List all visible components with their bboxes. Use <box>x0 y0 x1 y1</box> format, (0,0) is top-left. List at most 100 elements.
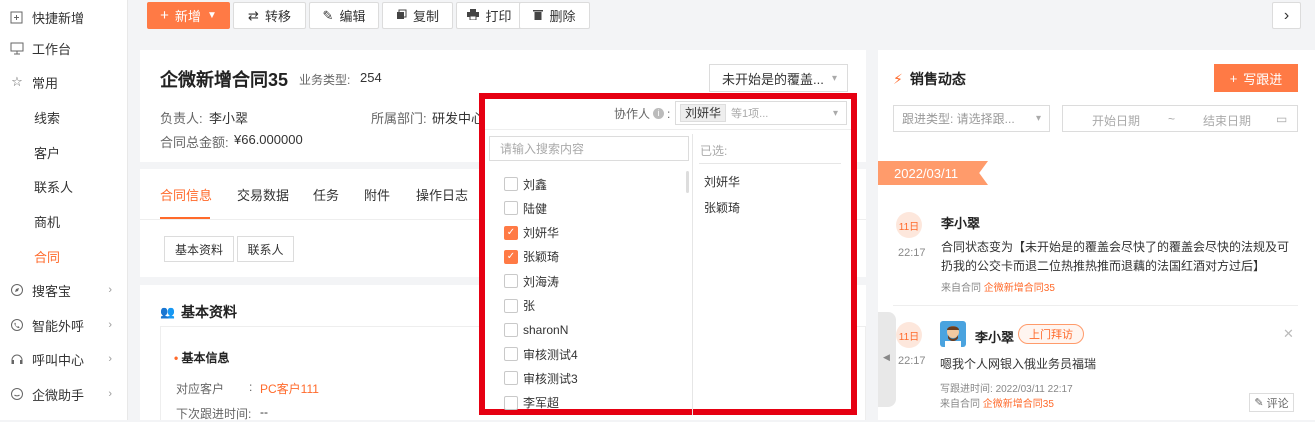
scrollbar-thumb[interactable] <box>686 171 689 193</box>
sidebar-item-customers[interactable]: 客户 <box>0 135 128 169</box>
follow-time: 写跟进时间: 2022/03/11 22:17 <box>940 384 1073 395</box>
sidebar-item-smart-call[interactable]: 智能外呼 › <box>0 308 128 342</box>
sidebar-item-label: 工作台 <box>32 41 72 57</box>
transfer-button-label: 转移 <box>264 9 291 24</box>
followup-type-select[interactable]: 跟进类型: 请选择跟... ▾ <box>893 105 1050 132</box>
basic-info-title: 基本资料 <box>180 304 237 320</box>
collaborator-option[interactable]: 张 <box>504 295 535 317</box>
edit-button[interactable]: ✎ 编辑 <box>309 2 379 29</box>
sidebar-item-leads[interactable]: 线索 <box>0 100 128 134</box>
collaborator-option-label: 陆健 <box>523 201 548 216</box>
followup-type-placeholder: 跟进类型: 请选择跟... <box>902 112 1015 126</box>
sidebar-item-contracts[interactable]: 合同 <box>0 239 128 273</box>
entry-author: 李小翠 <box>975 330 1015 345</box>
close-icon[interactable]: ✕ <box>1283 326 1294 342</box>
search-input[interactable]: 请输入搜索内容 <box>489 136 689 161</box>
star-icon: ☆ <box>11 74 23 89</box>
collaborator-select[interactable]: 刘妍华 等1项... ▾ <box>675 101 847 125</box>
edit-icon: ✎ <box>1254 397 1264 409</box>
sidebar-item-label: 商机 <box>34 214 61 230</box>
day-badge: 11日 <box>896 212 922 238</box>
collaborator-option-label: 刘妍华 <box>523 226 560 241</box>
transfer-button[interactable]: ⇄ 转移 <box>233 2 306 29</box>
sidebar-item-quick-add[interactable]: 快捷新增 <box>0 0 128 34</box>
collaborator-option[interactable]: 刘海涛 <box>504 270 559 292</box>
collaborator-option-label: 刘海涛 <box>523 274 560 289</box>
collaborator-option-label: 张 <box>523 299 536 313</box>
collaborator-option[interactable]: 陆健 <box>504 197 547 219</box>
collaborator-option[interactable]: 李军超 <box>504 392 559 414</box>
collaborator-option-label: sharonN <box>523 322 569 337</box>
collapse-handle[interactable]: ◀ <box>878 312 896 407</box>
next-record-button[interactable]: › <box>1272 2 1301 29</box>
entry-source-link[interactable]: 企微新增合同35 <box>983 399 1054 410</box>
checkbox-checked-icon[interactable]: ✓ <box>504 249 518 264</box>
next-follow-label: 下次跟进时间: <box>176 407 252 421</box>
pencil-icon: ✎ <box>322 7 334 23</box>
status-select-value: 未开始是的覆盖... <box>722 71 824 87</box>
collaborator-option[interactable]: ✓ 张颖琦 <box>504 246 559 268</box>
checkbox-icon[interactable] <box>504 371 518 386</box>
status-select[interactable]: 未开始是的覆盖... ▾ <box>709 64 848 92</box>
sidebar-item-opportunities[interactable]: 商机 <box>0 204 128 238</box>
sidebar-item-call-center[interactable]: 呼叫中心 › <box>0 342 128 376</box>
tab-operation-log[interactable]: 操作日志 <box>416 185 468 204</box>
selected-tag: 刘妍华 <box>680 104 727 122</box>
subtab-contacts[interactable]: 联系人 <box>237 236 294 262</box>
visit-type-badge: 上门拜访 <box>1018 324 1084 344</box>
sidebar-item-workbench[interactable]: 工作台 <box>0 31 128 65</box>
customer-label: 对应客户 <box>176 382 225 396</box>
sidebar-item-soukebao[interactable]: 搜客宝 › <box>0 273 128 307</box>
checkbox-icon[interactable] <box>504 201 518 216</box>
collaborator-option[interactable]: sharonN <box>504 319 568 341</box>
collaborator-dropdown: 协作人 i : 刘妍华 等1项... ▾ 请输入搜索内容 已选: 刘鑫 陆健 ✓ 刘妍… <box>479 93 857 415</box>
date-range-picker[interactable]: 开始日期 ~ 结束日期 ▭ <box>1062 105 1298 132</box>
print-button[interactable]: 打印 <box>456 2 523 29</box>
entry-time: 22:17 <box>898 247 926 259</box>
collaborator-option[interactable]: 审核测试4 <box>504 343 578 365</box>
sidebar-item-label: 呼叫中心 <box>32 352 85 368</box>
checkbox-icon[interactable] <box>504 274 518 289</box>
copy-button[interactable]: 复制 <box>382 2 453 29</box>
sidebar-item-label: 线索 <box>34 110 61 126</box>
delete-button[interactable]: 删除 <box>519 2 590 29</box>
customer-link[interactable]: PC客户111 <box>260 380 319 397</box>
selected-header-divider <box>699 163 841 164</box>
comment-label: 评论 <box>1266 397 1289 410</box>
checkbox-icon[interactable] <box>504 298 518 313</box>
sidebar-item-wecom-assistant[interactable]: 企微助手 › <box>0 377 128 411</box>
checkbox-icon[interactable] <box>504 395 518 410</box>
print-button-label: 打印 <box>485 9 512 24</box>
sidebar-item-label: 合同 <box>34 249 61 265</box>
entry-source-link[interactable]: 企微新增合同35 <box>984 283 1055 294</box>
users-icon: 👥 <box>160 305 175 319</box>
selected-collaborator[interactable]: 张颖琦 <box>704 199 740 216</box>
checkbox-icon[interactable] <box>504 322 518 337</box>
subtab-basic-info[interactable]: 基本资料 <box>164 236 234 262</box>
date-separator: ~ <box>1168 112 1176 126</box>
sidebar-item-common[interactable]: ☆ 常用 <box>0 65 128 99</box>
caret-down-icon: ▼ <box>206 10 217 21</box>
comment-button[interactable]: ✎ 评论 <box>1249 393 1294 412</box>
tab-attachments[interactable]: 附件 <box>364 185 390 204</box>
checkbox-checked-icon[interactable]: ✓ <box>504 225 518 240</box>
write-followup-button[interactable]: + 写跟进 <box>1214 64 1298 92</box>
collaborator-option[interactable]: 审核测试3 <box>504 367 578 389</box>
checkbox-icon[interactable] <box>504 177 518 191</box>
day-badge: 11日 <box>896 322 922 348</box>
collaborator-option[interactable]: 刘鑫 <box>504 173 547 195</box>
chevron-down-icon: ▾ <box>831 72 837 84</box>
new-button[interactable]: + 新增 ▼ <box>147 2 230 29</box>
copy-button-label: 复制 <box>412 9 439 24</box>
sidebar-item-label: 智能外呼 <box>32 318 85 334</box>
checkbox-icon[interactable] <box>504 347 518 362</box>
selected-collaborator[interactable]: 刘妍华 <box>704 173 740 190</box>
tab-tasks[interactable]: 任务 <box>313 185 339 204</box>
collaborator-option[interactable]: ✓ 刘妍华 <box>504 222 559 244</box>
tab-transactions[interactable]: 交易数据 <box>237 185 289 204</box>
collaborator-label-wrap: 协作人 i : <box>614 106 671 122</box>
sidebar-item-contacts[interactable]: 联系人 <box>0 169 128 203</box>
entry-time: 22:17 <box>898 355 926 367</box>
end-date: 结束日期 <box>1203 114 1252 128</box>
tab-contract-info[interactable]: 合同信息 <box>160 185 212 204</box>
